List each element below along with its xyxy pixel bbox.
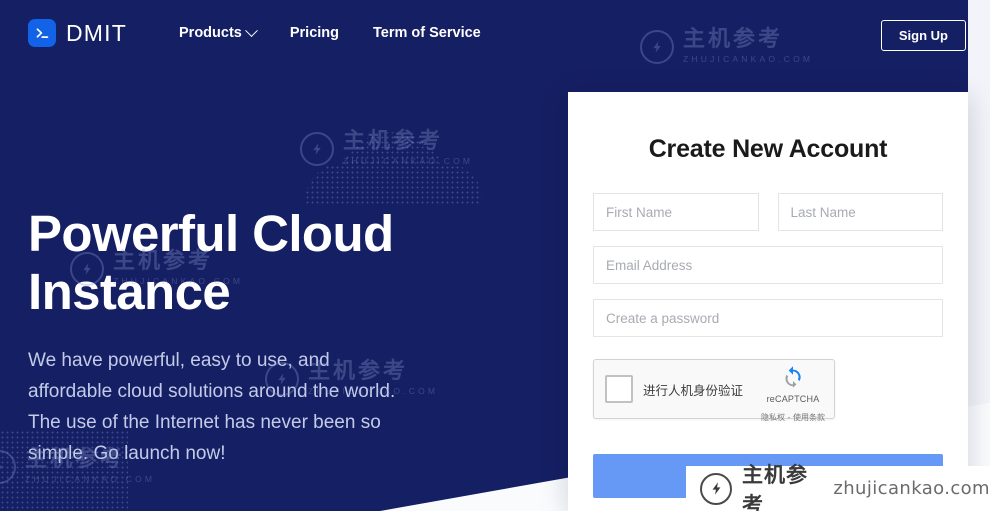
watermark-banner-en: zhujicankao.com <box>833 478 990 499</box>
hero-title-line1: Powerful Cloud <box>28 205 394 262</box>
top-navigation-bar: DMIT Products Pricing Term of Service Si… <box>0 0 990 66</box>
cloud-dot-pattern <box>300 100 485 205</box>
nav-item-pricing-label: Pricing <box>289 25 340 41</box>
page-root: 主机参考 ZHUJICANKAO.COM 主机参考 ZHUJICANKAO.CO… <box>0 0 990 511</box>
last-name-input[interactable] <box>777 193 943 231</box>
nav-item-pricing[interactable]: Pricing <box>290 25 339 41</box>
nav-item-products-label: Products <box>179 25 242 41</box>
nav-item-products[interactable]: Products <box>179 23 258 41</box>
chevron-down-icon <box>244 23 258 37</box>
create-account-card: Create New Account 进行人机身份验证 reCAPTCHA 隐私… <box>568 92 968 511</box>
nav-item-term-of-service-label: Term of Service <box>373 25 481 41</box>
first-name-input[interactable] <box>593 193 759 231</box>
recaptcha-brand-name: reCAPTCHA <box>766 394 820 404</box>
nav-item-term-of-service[interactable]: Term of Service <box>373 25 481 41</box>
recaptcha-icon <box>785 366 801 388</box>
nav-links: Products Pricing Term of Service <box>179 23 481 41</box>
card-title: Create New Account <box>648 135 888 163</box>
hero-subtitle: We have powerful, easy to use, and affor… <box>28 350 396 464</box>
recaptcha-label: 进行人机身份验证 <box>643 382 744 398</box>
watermark-banner: 主机参考 zhujicankao.com <box>686 464 990 511</box>
recaptcha-terms[interactable]: 隐私权 - 使用条款 <box>761 413 825 422</box>
page-title: Powerful Cloud Instance <box>28 205 458 321</box>
brand-name: DMIT <box>66 19 128 46</box>
hero-title-line2: Instance <box>28 263 231 320</box>
name-row <box>593 193 943 231</box>
recaptcha-checkbox[interactable] <box>605 375 633 403</box>
hero-section: Powerful Cloud Instance We have powerful,… <box>28 205 458 469</box>
sign-up-button[interactable]: Sign Up <box>880 20 966 51</box>
signup-form <box>568 193 968 337</box>
brand-logo[interactable]: DMIT <box>28 19 127 47</box>
email-input[interactable] <box>593 246 943 284</box>
recaptcha-widget[interactable]: 进行人机身份验证 reCAPTCHA 隐私权 - 使用条款 <box>593 359 835 422</box>
lightning-circle-icon <box>700 472 732 505</box>
recaptcha-branding: reCAPTCHA 隐私权 - 使用条款 <box>759 365 827 425</box>
password-input[interactable] <box>593 299 943 337</box>
watermark-banner-cn: 主机参考 <box>742 463 808 511</box>
terminal-prompt-icon <box>28 19 56 47</box>
